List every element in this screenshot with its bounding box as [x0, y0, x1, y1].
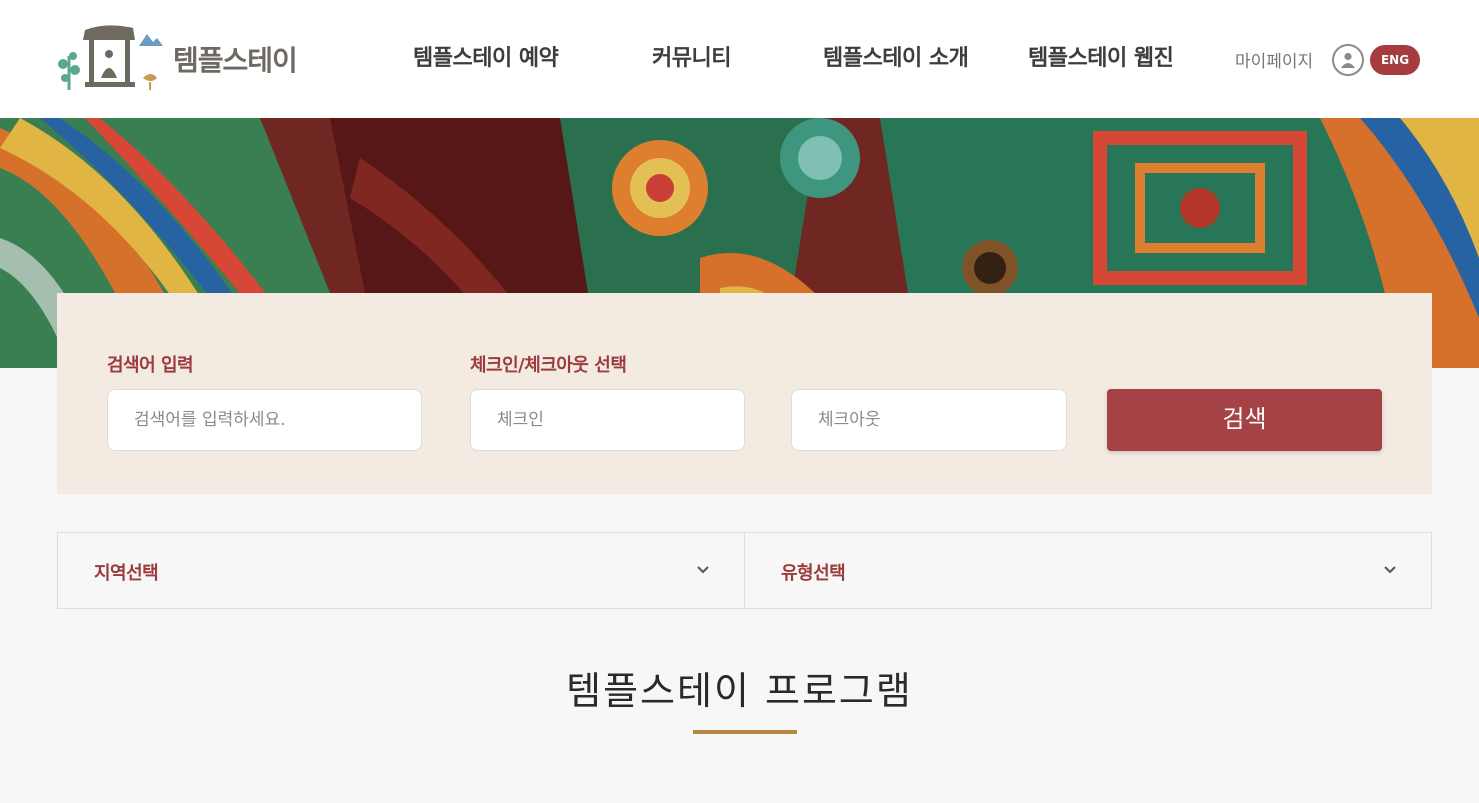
title-underline — [693, 730, 797, 734]
filter-bar: 지역선택 유형선택 — [57, 532, 1432, 609]
nav-webzine[interactable]: 템플스테이 웹진 — [1028, 40, 1174, 72]
user-icon[interactable] — [1332, 44, 1364, 76]
nav-introduction[interactable]: 템플스테이 소개 — [823, 40, 969, 72]
chevron-down-icon — [697, 566, 709, 574]
type-select-label: 유형선택 — [781, 563, 846, 584]
nav-reservation[interactable]: 템플스테이 예약 — [413, 40, 559, 72]
logo-text: 템플스테이 — [173, 44, 298, 77]
site-header: 템플스테이 템플스테이 예약 커뮤니티 템플스테이 소개 템플스테이 웹진 마이… — [0, 0, 1479, 118]
type-select[interactable]: 유형선택 — [744, 533, 1431, 608]
region-select[interactable]: 지역선택 — [58, 533, 744, 608]
site-logo[interactable]: 템플스테이 — [55, 20, 315, 98]
keyword-label: 검색어 입력 — [107, 355, 194, 376]
search-panel: 검색어 입력 검색어를 입력하세요. 체크인/체크아웃 선택 체크인 체크아웃 … — [57, 293, 1432, 494]
keyword-input[interactable]: 검색어를 입력하세요. — [107, 389, 422, 451]
mypage-link[interactable]: 마이페이지 — [1235, 47, 1313, 72]
checkout-input[interactable]: 체크아웃 — [791, 389, 1067, 451]
language-button[interactable]: ENG — [1370, 45, 1420, 75]
nav-community[interactable]: 커뮤니티 — [652, 40, 731, 72]
chevron-down-icon — [1384, 566, 1396, 574]
date-label: 체크인/체크아웃 선택 — [470, 355, 627, 376]
checkin-input[interactable]: 체크인 — [470, 389, 745, 451]
search-button[interactable]: 검색 — [1107, 389, 1382, 451]
section-title: 템플스테이 프로그램 — [566, 669, 913, 713]
region-select-label: 지역선택 — [94, 563, 159, 584]
temple-logo-icon — [58, 25, 163, 90]
